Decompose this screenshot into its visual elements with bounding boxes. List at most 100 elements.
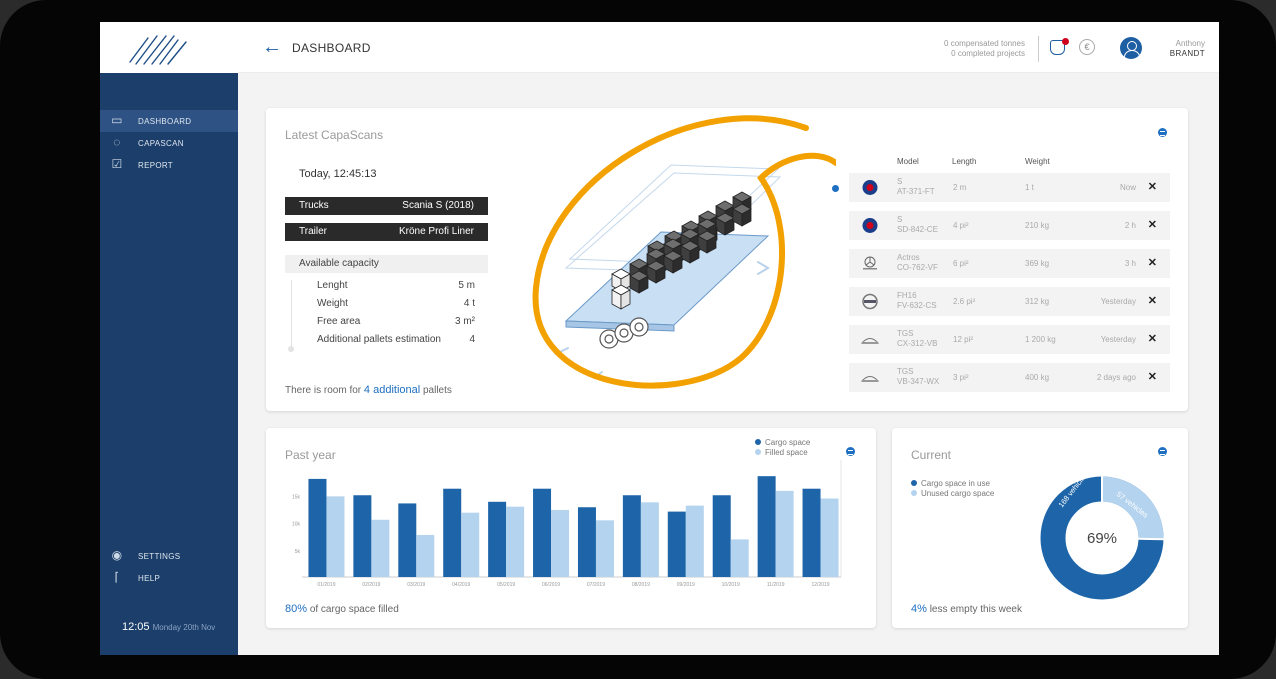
x-tick-label: 07/2019 xyxy=(587,582,605,588)
vehicle-length: 2.6 pi² xyxy=(953,297,976,306)
room-summary: There is room for 4 additional pallets xyxy=(285,384,452,396)
bar-cargo-space[interactable] xyxy=(308,478,327,577)
clock: 12:05 Monday 20th Nov xyxy=(122,621,215,633)
card-menu-icon[interactable] xyxy=(1158,128,1167,137)
bar-cargo-space[interactable] xyxy=(533,488,552,577)
monitor-icon: ▭ xyxy=(111,113,123,127)
sidebar-item-help[interactable]: ⌈ HELP xyxy=(100,567,238,589)
bar-cargo-space[interactable] xyxy=(398,503,417,577)
remove-scan-button[interactable]: ✕ xyxy=(1148,218,1157,231)
vehicle-weight: 400 kg xyxy=(1025,373,1050,382)
bar-filled-space[interactable] xyxy=(640,502,659,577)
logo-stripes-icon xyxy=(129,35,187,65)
summary-highlight: 4% xyxy=(911,603,927,615)
trucks-value: Scania S (2018) xyxy=(402,200,474,211)
bar-cargo-space[interactable] xyxy=(353,495,372,577)
bar-cargo-space[interactable] xyxy=(622,495,641,577)
scan-row[interactable]: S AT-371-FT 2 m 1 t Now ✕ xyxy=(849,173,1170,202)
avatar[interactable] xyxy=(1120,37,1142,59)
scania-logo-icon xyxy=(860,217,880,234)
vehicle-model: S SD-842-CE xyxy=(897,215,938,235)
bar-filled-space[interactable] xyxy=(730,539,749,577)
legend-item: Cargo space in use xyxy=(911,479,990,488)
capacity-row: Additional pallets estimation 4 xyxy=(317,334,475,345)
donut-separator xyxy=(1138,537,1164,541)
model-name: S xyxy=(897,215,903,224)
bar-filled-space[interactable] xyxy=(326,496,345,577)
vehicle-model: FH16 FV-632-CS xyxy=(897,291,937,311)
sidebar-item-settings[interactable]: ◉ SETTINGS xyxy=(100,545,238,567)
clock-time: 12:05 xyxy=(122,621,150,633)
bar-filled-space[interactable] xyxy=(595,520,614,577)
bar-filled-space[interactable] xyxy=(685,505,704,577)
device-frame: ← DASHBOARD 0 compensated tonnes 0 compl… xyxy=(0,0,1276,679)
capacity-row: Weight 4 t xyxy=(317,298,475,309)
sidebar-item-label: REPORT xyxy=(138,161,173,170)
divider xyxy=(1038,36,1039,62)
bar-filled-space[interactable] xyxy=(371,519,390,577)
remove-scan-button[interactable]: ✕ xyxy=(1148,370,1157,383)
y-tick-label: 15k xyxy=(292,494,301,500)
scan-row[interactable]: TGS CX-312-VB 12 pi² 1 200 kg Yesterday ✕ xyxy=(849,325,1170,354)
bar-cargo-space[interactable] xyxy=(488,501,507,577)
currency-icon[interactable]: € xyxy=(1079,39,1095,55)
summary-text: of cargo space filled xyxy=(309,604,399,615)
remove-scan-button[interactable]: ✕ xyxy=(1148,294,1157,307)
legend-label: Unused cargo space xyxy=(921,489,995,498)
x-tick-label: 06/2019 xyxy=(542,582,560,588)
scan-row[interactable]: Actros CO-762-VF 6 pi² 369 kg 3 h ✕ xyxy=(849,249,1170,278)
sidebar-item-label: HELP xyxy=(138,574,161,583)
user-first-name: Anthony xyxy=(1175,39,1205,48)
bar-filled-space[interactable] xyxy=(820,498,839,577)
brand-logo[interactable] xyxy=(100,22,238,73)
bar-cargo-space[interactable] xyxy=(757,476,776,577)
truck-3d-illustration[interactable] xyxy=(496,108,836,411)
plate-number: SD-842-CE xyxy=(897,225,938,234)
bar-filled-space[interactable] xyxy=(461,512,480,577)
scan-row[interactable]: S SD-842-CE 4 pi² 210 kg 2 h ✕ xyxy=(849,211,1170,240)
bar-filled-space[interactable] xyxy=(506,506,525,577)
legend-swatch xyxy=(911,480,917,486)
back-arrow-icon[interactable]: ← xyxy=(262,37,282,57)
scan-icon: ◌ xyxy=(113,135,121,149)
remove-scan-button[interactable]: ✕ xyxy=(1148,332,1157,345)
sidebar-item-dashboard[interactable]: ▭ DASHBOARD xyxy=(100,110,238,132)
sidebar-item-label: CAPASCAN xyxy=(138,139,184,148)
vehicle-weight: 1 200 kg xyxy=(1025,335,1056,344)
capacity-header: Available capacity xyxy=(285,255,488,273)
scan-row[interactable]: TGS VB-347-WX 3 pi² 400 kg 2 days ago ✕ xyxy=(849,363,1170,392)
remove-scan-button[interactable]: ✕ xyxy=(1148,180,1157,193)
plate-number: CX-312-VB xyxy=(897,339,938,348)
help-icon: ⌈ xyxy=(114,570,120,584)
volvo-logo-icon xyxy=(860,293,880,310)
trailer-value: Kröne Profi Liner xyxy=(398,226,474,237)
past-year-bar-chart[interactable]: 5k 10k 15k 01/2019 02/2019 03/2019 04/2019 05/2… xyxy=(266,428,876,603)
bar-cargo-space[interactable] xyxy=(443,488,462,577)
plate-number: CO-762-VF xyxy=(897,263,938,272)
bar-filled-space[interactable] xyxy=(775,490,794,577)
user-name[interactable]: Anthony BRANDT xyxy=(1170,39,1205,59)
bar-filled-space[interactable] xyxy=(551,509,570,577)
compensated-tonnes: 0 compensated tonnes xyxy=(944,39,1025,48)
capacity-timeline xyxy=(291,280,292,346)
bar-cargo-space[interactable] xyxy=(712,495,731,577)
scan-row[interactable]: FH16 FV-632-CS 2.6 pi² 312 kg Yesterday ✕ xyxy=(849,287,1170,316)
bar-cargo-space[interactable] xyxy=(577,507,596,577)
card-title: Current xyxy=(911,448,952,462)
bar-filled-space[interactable] xyxy=(416,535,435,577)
remove-scan-button[interactable]: ✕ xyxy=(1148,256,1157,269)
vehicle-model: S AT-371-FT xyxy=(897,177,935,197)
bar-cargo-space[interactable] xyxy=(802,488,821,577)
page-title: DASHBOARD xyxy=(292,41,371,55)
card-menu-icon[interactable] xyxy=(1158,447,1167,456)
model-name: TGS xyxy=(897,329,914,338)
card-title: Latest CapaScans xyxy=(285,128,384,142)
x-tick-label: 03/2019 xyxy=(407,582,425,588)
sidebar-item-capascan[interactable]: ◌ CAPASCAN xyxy=(100,132,238,154)
bar-cargo-space[interactable] xyxy=(667,511,686,577)
current-donut-chart[interactable]: 69%168 vehicles 57 vehicles xyxy=(1032,468,1172,608)
sidebar-item-report[interactable]: ☑ REPORT xyxy=(100,154,238,176)
column-header-model: Model xyxy=(897,157,919,166)
capacity-value: 3 m² xyxy=(455,316,475,327)
scan-time: Now xyxy=(1119,183,1136,192)
